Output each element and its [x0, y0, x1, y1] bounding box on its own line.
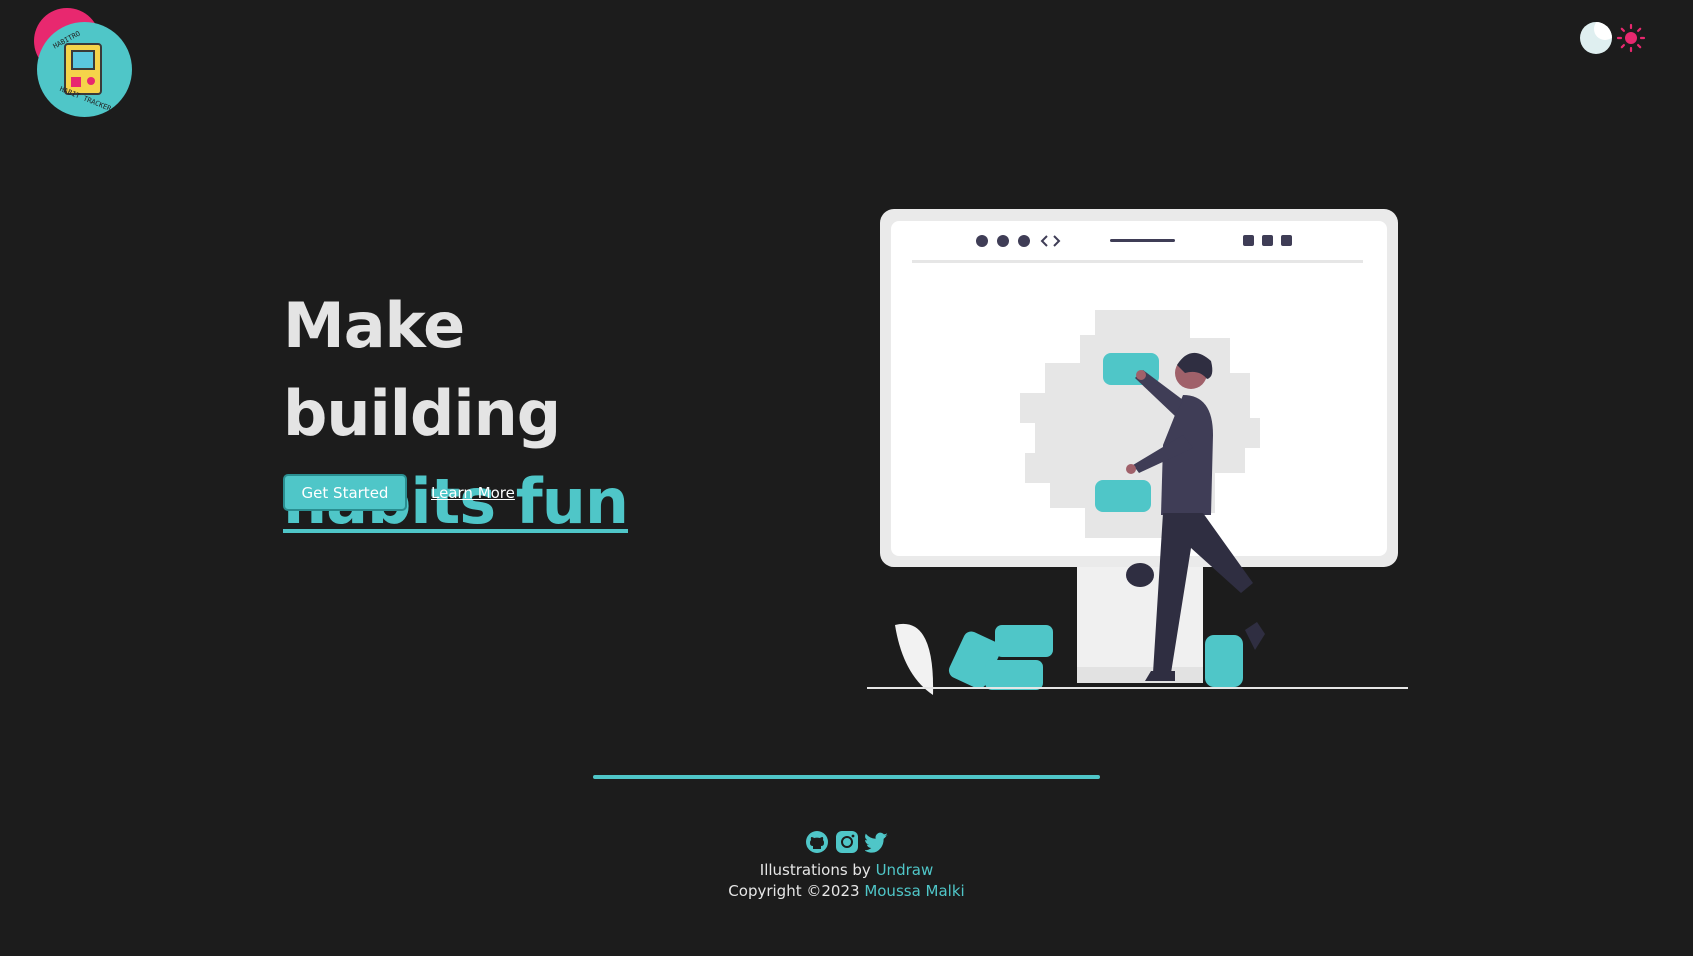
github-icon[interactable] [805, 830, 829, 854]
learn-more-link[interactable]: Learn More [431, 484, 515, 502]
moon-icon[interactable] [1580, 22, 1612, 54]
sun-icon[interactable] [1616, 23, 1646, 53]
illustration-credit: Illustrations by Undraw [759, 861, 934, 879]
get-started-button[interactable]: Get Started [283, 474, 407, 511]
footer: Illustrations by Undraw Copyright ©2023 … [0, 830, 1693, 902]
instagram-icon[interactable] [835, 830, 859, 854]
app-logo[interactable]: HABITRO HABIT TRACKER [34, 8, 134, 118]
social-links [0, 830, 1693, 854]
gameboy-icon [64, 43, 102, 95]
undraw-link[interactable]: Undraw [876, 861, 934, 879]
copyright: Copyright ©2023 Moussa Malki [728, 882, 965, 900]
author-link[interactable]: Moussa Malki [864, 882, 964, 900]
twitter-icon[interactable] [863, 830, 889, 854]
section-divider [593, 775, 1100, 779]
hero-title-line1: Make building [283, 289, 561, 450]
hero-actions: Get Started Learn More [283, 474, 515, 511]
hero-illustration [867, 209, 1408, 695]
theme-toggle[interactable] [1580, 22, 1646, 54]
